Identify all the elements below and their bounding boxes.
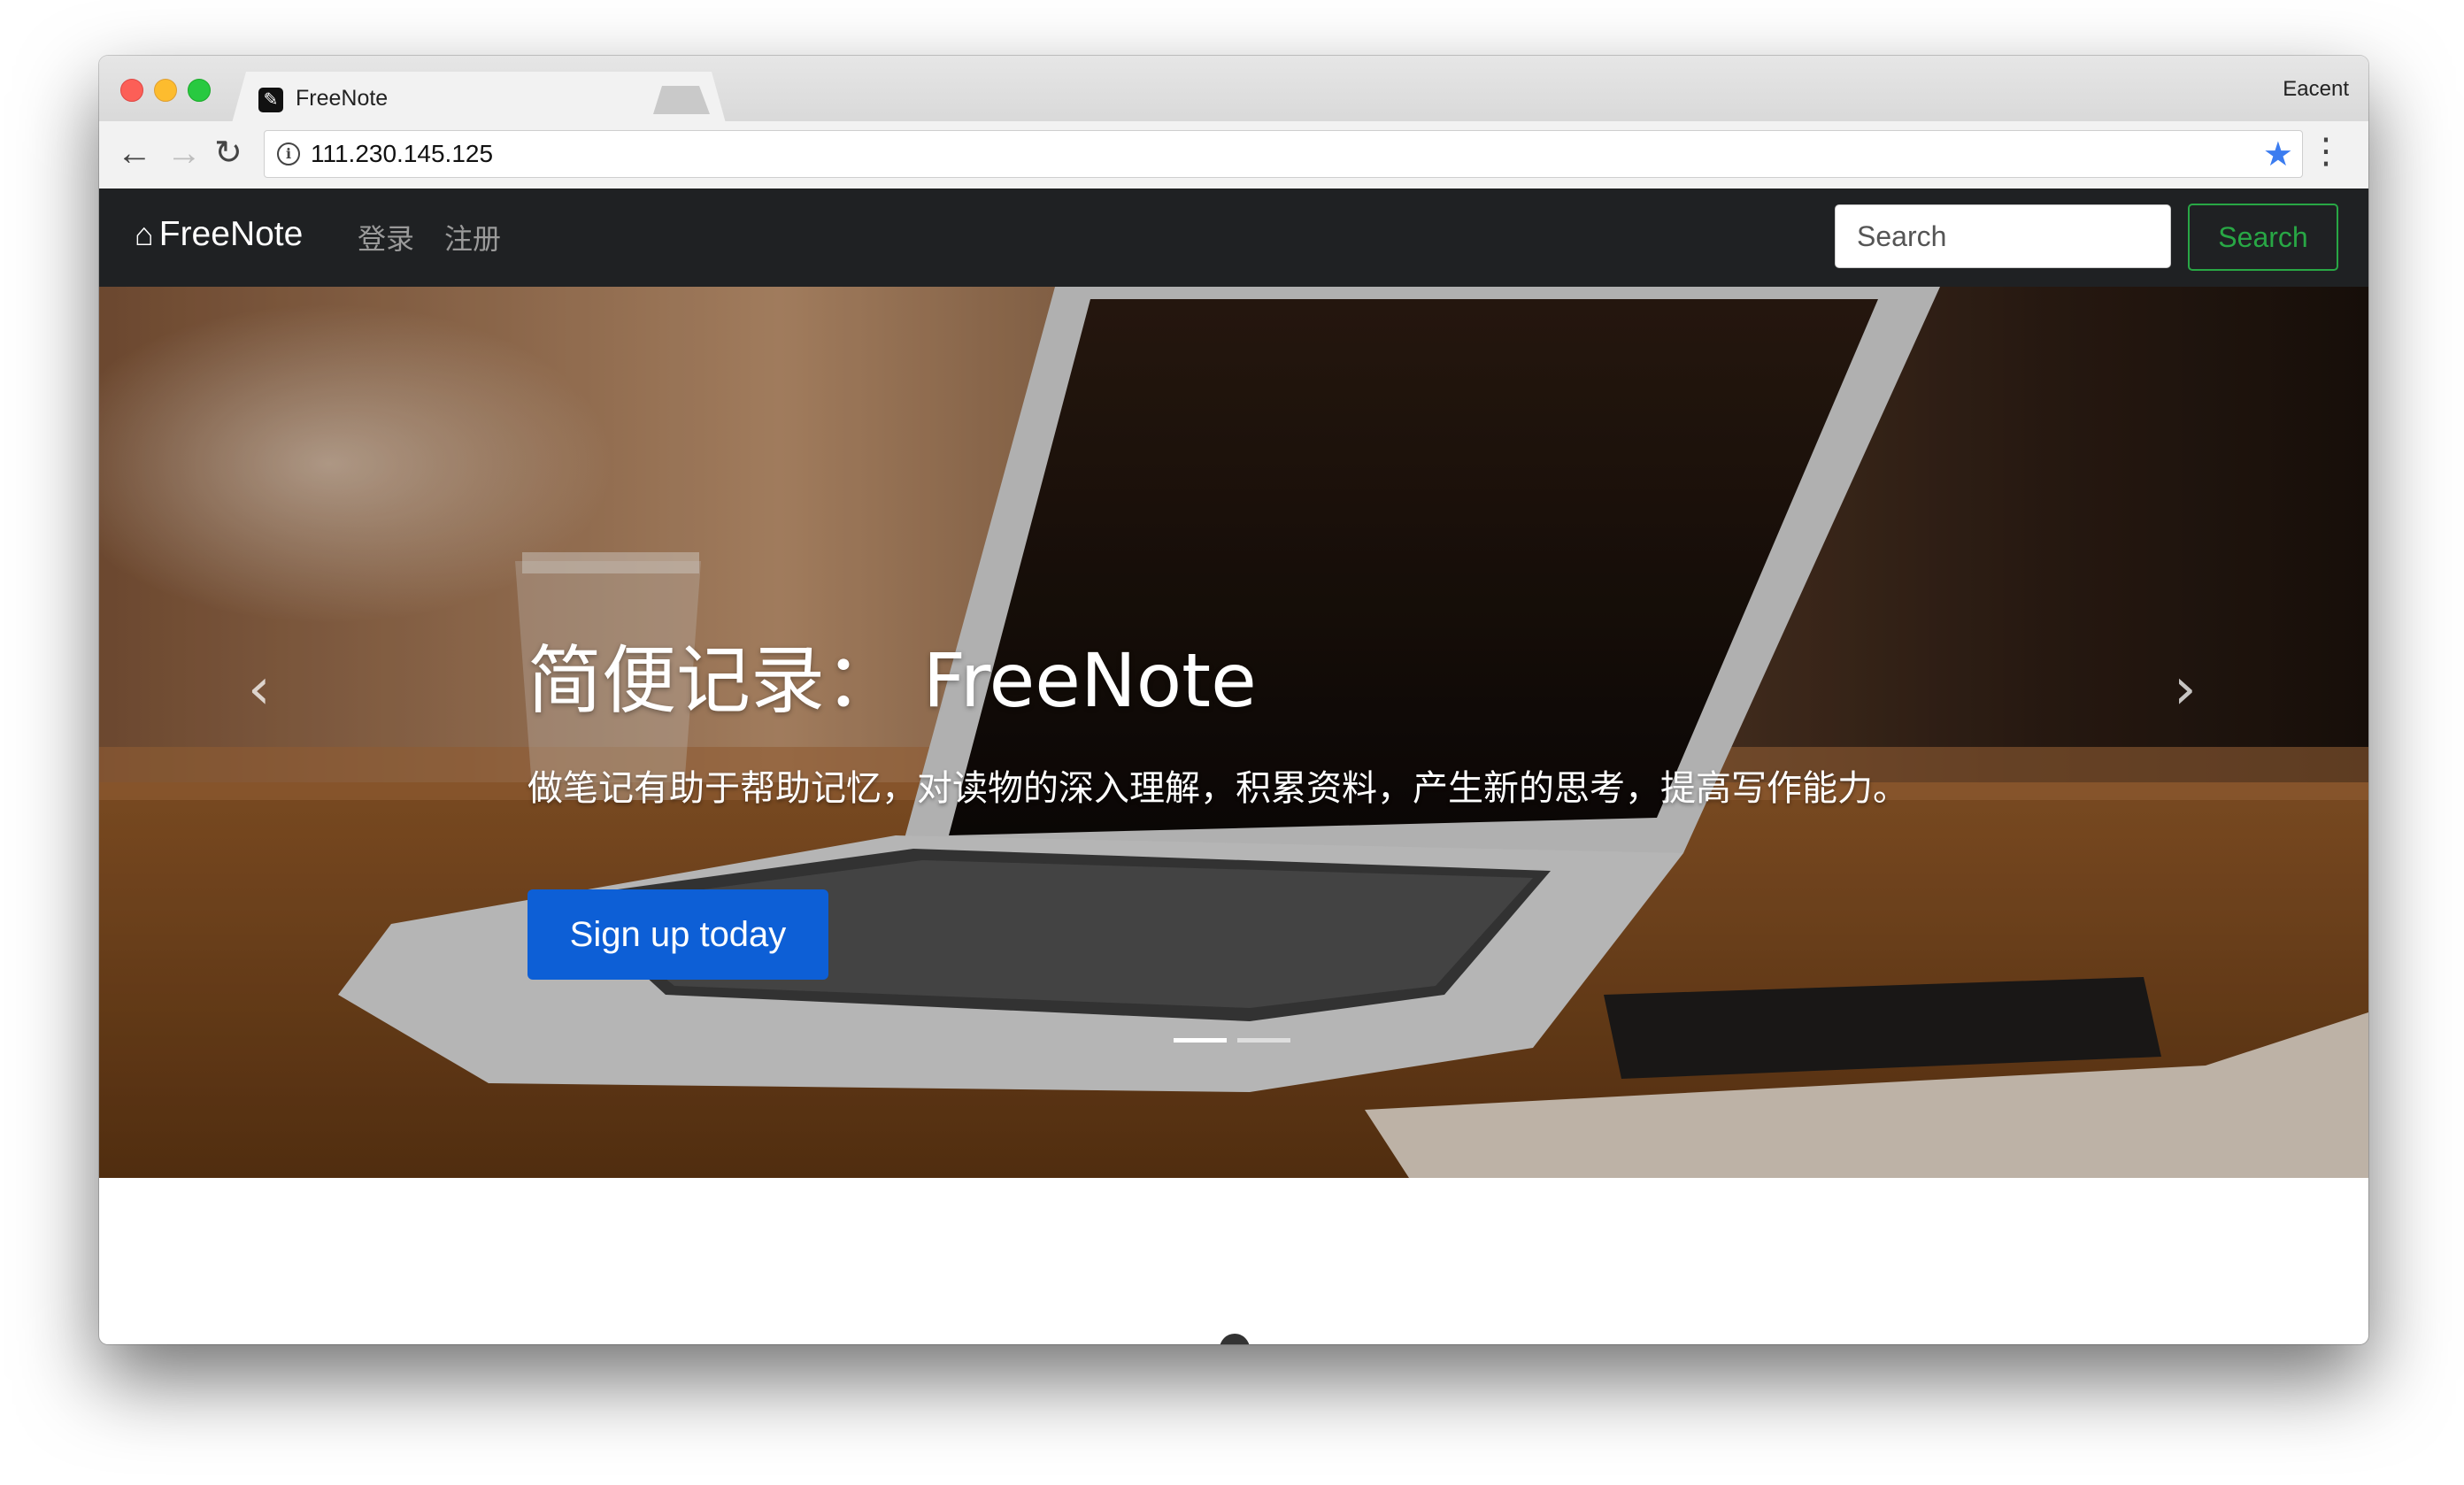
window-close-button[interactable] — [120, 79, 143, 102]
browser-toolbar: ← → ↻ i 111.230.145.125 ★ ⋮ — [99, 121, 2368, 189]
bookmark-star-icon[interactable]: ★ — [2263, 135, 2293, 174]
nav-link-register[interactable]: 注册 — [444, 217, 501, 258]
carousel-prev-icon[interactable]: ‹ — [248, 658, 271, 720]
nav-link-login[interactable]: 登录 — [358, 217, 414, 258]
url-text[interactable]: 111.230.145.125 — [311, 140, 493, 168]
carousel-indicator-1[interactable] — [1174, 1038, 1227, 1043]
forward-arrow-icon[interactable]: → — [166, 132, 202, 174]
browser-window: ✎ FreeNote × Eacent ← → ↻ i 111.230.145.… — [99, 56, 2368, 1344]
hero-laptop-image — [99, 287, 2368, 1178]
site-navbar: ⌂ FreeNote 登录 注册 Search — [99, 189, 2368, 287]
tab-strip: ✎ FreeNote × Eacent — [99, 56, 2368, 121]
site-info-icon[interactable]: i — [277, 142, 300, 165]
reload-icon[interactable]: ↻ — [214, 132, 243, 174]
favicon-pen-icon: ✎ — [258, 88, 283, 112]
avatar — [1220, 1334, 1250, 1344]
window-maximize-button[interactable] — [188, 79, 211, 102]
brand-link[interactable]: ⌂ FreeNote — [135, 215, 303, 254]
browser-menu-icon[interactable]: ⋮ — [2308, 130, 2344, 173]
back-arrow-icon[interactable]: ← — [117, 132, 152, 174]
tab-title: FreeNote — [296, 86, 389, 111]
carousel-indicator-2[interactable] — [1237, 1038, 1290, 1043]
carousel-next-icon[interactable]: › — [2174, 658, 2197, 720]
address-bar[interactable]: i 111.230.145.125 ★ — [264, 130, 2303, 178]
hero-carousel: 简便记录： FreeNote 做笔记有助于帮助记忆，对读物的深入理解，积累资料，… — [99, 287, 2368, 1178]
brand-label: FreeNote — [158, 215, 304, 253]
hero-title: 简便记录： FreeNote — [527, 637, 1257, 724]
search-button[interactable]: Search — [2188, 204, 2338, 271]
sign-up-button[interactable]: Sign up today — [527, 889, 828, 980]
browser-tab[interactable]: ✎ FreeNote × — [232, 72, 726, 123]
search-input[interactable] — [1835, 204, 2171, 268]
window-minimize-button[interactable] — [154, 79, 177, 102]
home-icon: ⌂ — [135, 216, 154, 252]
hero-subtitle: 做笔记有助于帮助记忆，对读物的深入理解，积累资料，产生新的思考，提高写作能力。 — [527, 768, 1908, 809]
profile-name[interactable]: Eacent — [2283, 77, 2349, 102]
